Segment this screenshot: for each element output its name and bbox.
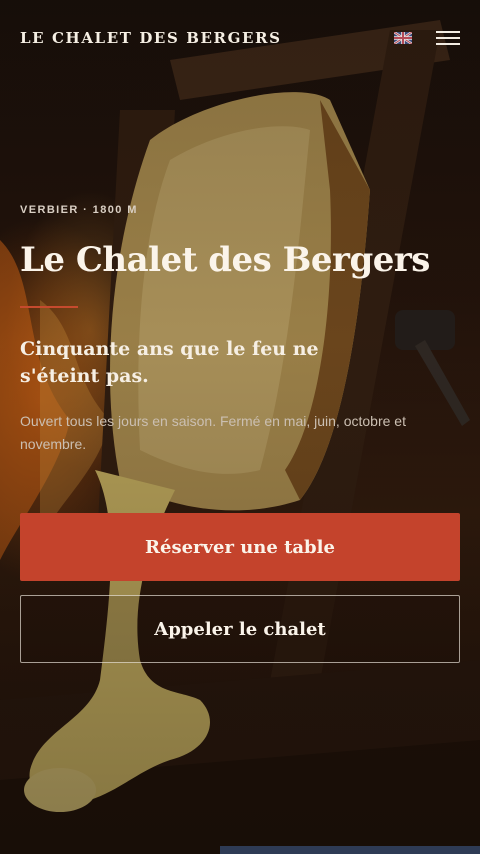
hero-tagline: Cinquante ans que le feu ne s'éteint pas… — [20, 338, 319, 387]
reserve-table-button[interactable]: Réserver une table — [20, 513, 460, 581]
menu-line — [436, 31, 460, 33]
accent-divider — [20, 306, 78, 308]
hero-content: VERBIER · 1800 M Le Chalet des Bergers C… — [20, 204, 460, 456]
call-chalet-button[interactable]: Appeler le chalet — [20, 595, 460, 663]
location-eyebrow: VERBIER · 1800 M — [20, 204, 138, 216]
brand-logo[interactable]: LE CHALET DES BERGERS — [20, 29, 282, 47]
hamburger-menu-icon[interactable] — [436, 31, 460, 45]
opening-hours-text: Ouvert tous les jours en saison. Fermé e… — [20, 413, 406, 452]
menu-line — [436, 43, 460, 45]
menu-line — [436, 37, 460, 39]
uk-flag-icon[interactable] — [394, 32, 412, 44]
topbar-actions — [394, 31, 460, 45]
hero-section: LE CHALET DES BERGERS VERBIER · 1800 M L… — [0, 0, 480, 854]
page-title: Le Chalet des Bergers — [20, 240, 430, 280]
top-navigation: LE CHALET DES BERGERS — [20, 24, 460, 52]
bottom-edge-strip — [220, 846, 480, 854]
